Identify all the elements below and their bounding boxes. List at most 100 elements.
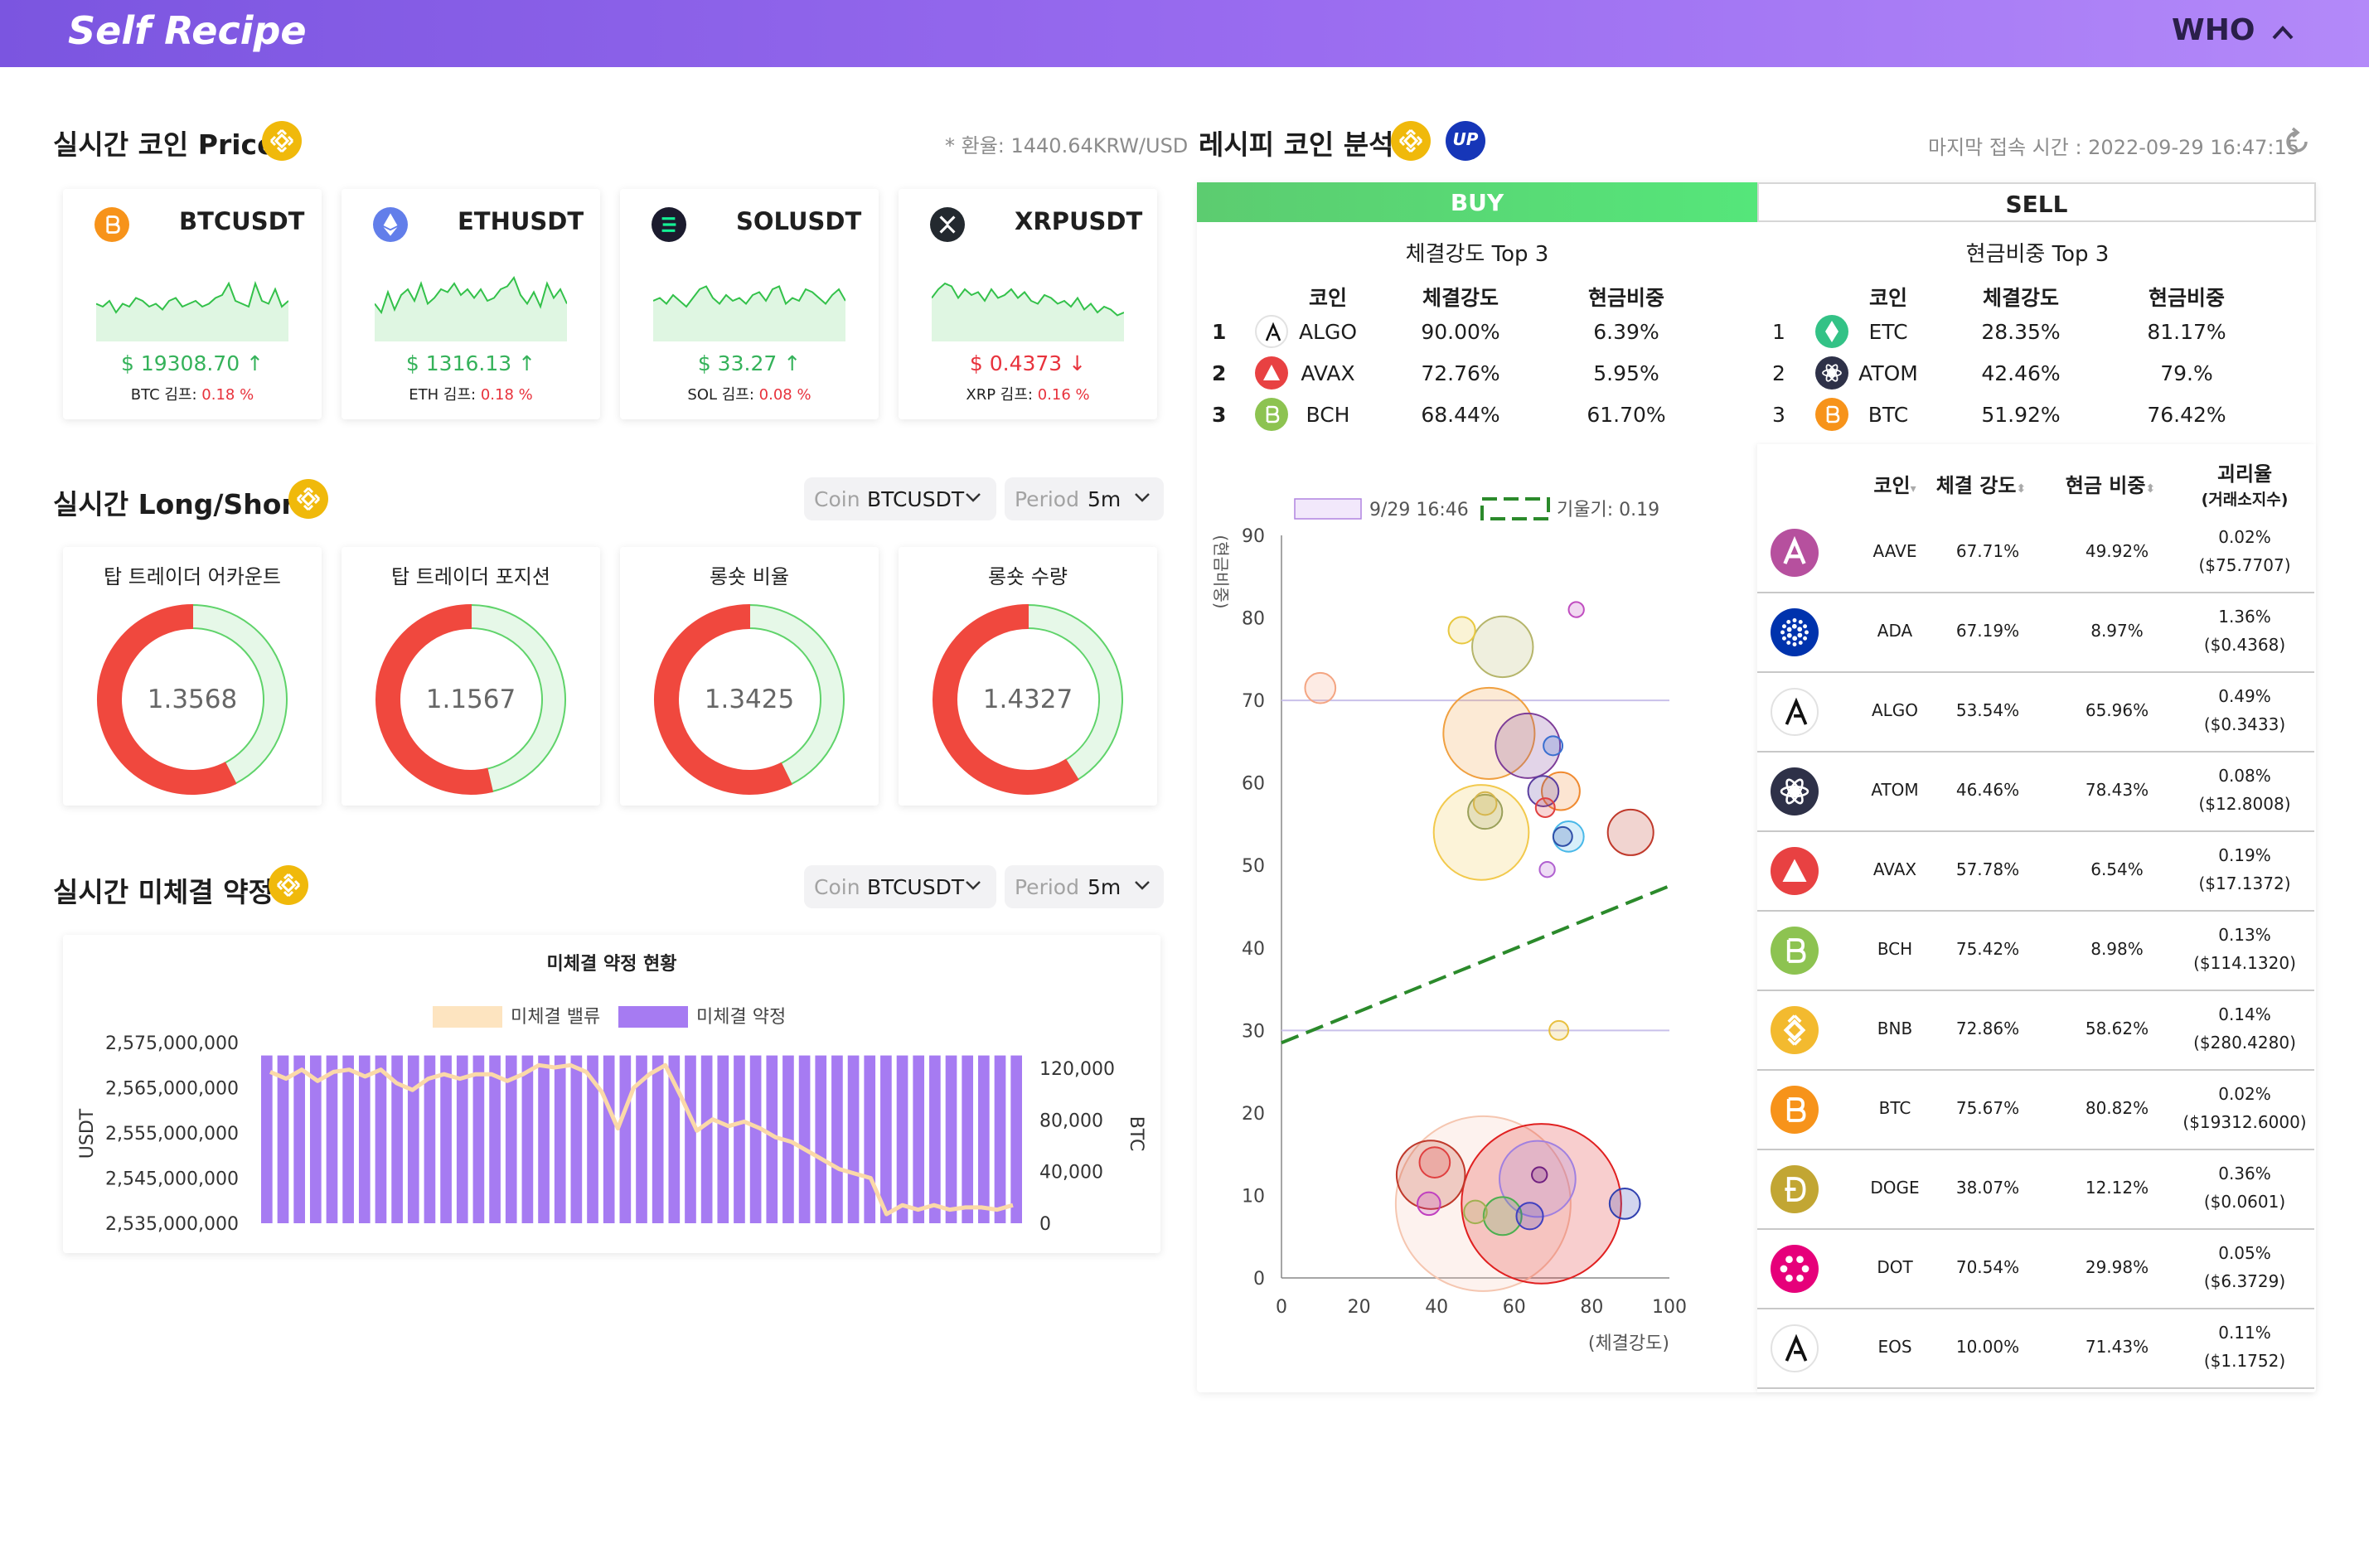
sell-top3-coin[interactable]: BTC <box>1830 403 1946 427</box>
list-header-strength-label: 체결 강도 <box>1935 474 2017 497</box>
coin-list-strength: 67.19% <box>1955 621 2020 641</box>
coin-list-gap-price: ($6.3729) <box>2203 1271 2286 1291</box>
coin-list-gap-price: ($0.4368) <box>2203 635 2286 655</box>
price-sparkline <box>932 282 1124 341</box>
coin-list-row[interactable]: BTC 75.67% 80.82% 0.02% ($19312.6000) <box>1757 1071 2314 1149</box>
coin-list-row[interactable]: ALGO 53.54% 65.96% 0.49% ($0.3433) <box>1757 673 2314 751</box>
scatter-bubble[interactable] <box>1417 1191 1441 1217</box>
coin-list-symbol: EOS <box>1877 1337 1912 1357</box>
sell-top3-strength: 51.92% <box>1981 403 2061 427</box>
scatter-bubble[interactable] <box>1471 615 1534 679</box>
legend-swatch-trend <box>1480 497 1550 520</box>
coin-list-row[interactable]: ATOM 46.46% 78.43% 0.08% ($12.8008) <box>1757 753 2314 830</box>
coin-list-cash: 80.82% <box>2085 1098 2149 1118</box>
coin-list-symbol: BTC <box>1878 1098 1911 1118</box>
open-interest-coin-select[interactable]: Coin BTCUSDT <box>804 865 996 908</box>
buy-top3-rank: 2 <box>1212 361 1227 385</box>
oi-bar <box>538 1055 550 1223</box>
tab-sell[interactable]: SELL <box>1757 182 2316 222</box>
coin-list-row[interactable]: AVAX 57.78% 6.54% 0.19% ($17.1372) <box>1757 832 2314 910</box>
buy-top3-coin[interactable]: ALGO <box>1270 320 1386 344</box>
price-sparkline <box>375 275 567 341</box>
scatter-bubble[interactable] <box>1531 1166 1548 1183</box>
oi-bar <box>342 1055 354 1223</box>
xrp-icon <box>930 207 965 242</box>
trend-line <box>1281 884 1670 1045</box>
list-header-cash[interactable]: 현금 비중⬍ <box>2052 469 2168 498</box>
long-short-coin-select[interactable]: Coin BTCUSDT <box>804 477 996 520</box>
app-logo[interactable]: Self Recipe <box>68 8 307 53</box>
scatter-bubble[interactable] <box>1548 1019 1570 1041</box>
y-tick-label: 0 <box>1253 1269 1265 1290</box>
long-short-donut: 1.3568 <box>97 603 288 795</box>
scatter-bubble[interactable] <box>1418 1146 1451 1178</box>
user-menu-label[interactable]: WHO <box>2172 13 2255 47</box>
chevron-up-icon[interactable] <box>2271 23 2294 41</box>
coin-list-gap: 0.02% <box>2218 1084 2271 1104</box>
kimchi-premium-label: SOL 김프: <box>687 386 754 404</box>
long-short-period-select[interactable]: Period 5m <box>1005 477 1164 520</box>
scatter-bubble[interactable] <box>1515 1202 1544 1231</box>
oi-bar <box>489 1055 501 1223</box>
scatter-bubble[interactable] <box>1447 616 1476 645</box>
oi-bar <box>293 1055 305 1223</box>
sell-top3-coin[interactable]: ATOM <box>1830 361 1946 385</box>
open-interest-period-select[interactable]: Period 5m <box>1005 865 1164 908</box>
scatter-bubble[interactable] <box>1608 1188 1641 1220</box>
buy-top3-coin[interactable]: BCH <box>1270 403 1386 427</box>
scatter-bubble[interactable] <box>1304 671 1337 704</box>
sparkline-area <box>96 283 288 341</box>
tab-buy[interactable]: BUY <box>1197 182 1757 222</box>
coin-list-row[interactable]: BCH 75.42% 8.98% 0.13% ($114.1320) <box>1757 912 2314 990</box>
long-short-ratio-value: 1.3425 <box>705 685 794 714</box>
scatter-bubble[interactable] <box>1543 735 1564 757</box>
coin-select-label: Coin <box>814 875 860 899</box>
oi-bar <box>700 1055 713 1223</box>
scatter-bubble[interactable] <box>1472 791 1498 816</box>
coin-list-row[interactable]: DOT 70.54% 29.98% 0.05% ($6.3729) <box>1757 1230 2314 1308</box>
coin-list-row[interactable]: ADA 67.19% 8.97% 1.36% ($0.4368) <box>1757 593 2314 671</box>
scatter-bubble[interactable] <box>1534 797 1556 818</box>
x-tick-label: 20 <box>1348 1297 1371 1318</box>
cardano-icon <box>1771 608 1819 656</box>
oi-bar <box>929 1055 941 1223</box>
y2-tick-label: 80,000 <box>1039 1111 1103 1131</box>
buy-top3-strength: 72.76% <box>1421 361 1500 385</box>
binance-icon <box>288 479 328 519</box>
scatter-bubble[interactable] <box>1538 861 1556 878</box>
coin-list-gap-price: ($12.8008) <box>2198 794 2291 814</box>
scatter-bubble[interactable] <box>1552 825 1573 847</box>
price-card-btcusdt[interactable]: BTCUSDT $ 19308.70 ↑ BTC 김프: 0.18 % <box>63 189 322 419</box>
coin-list-strength: 75.42% <box>1955 939 2020 959</box>
y2-tick-label: 40,000 <box>1039 1163 1103 1183</box>
list-header-gap-sub: (거래소지수) <box>2201 491 2289 509</box>
scatter-bubble[interactable] <box>1463 1199 1488 1225</box>
buy-top3-rank: 3 <box>1212 403 1227 427</box>
long-short-donut: 1.3425 <box>654 603 845 795</box>
coin-list-row[interactable]: AAVE 67.71% 49.92% 0.02% ($75.7707) <box>1757 514 2314 592</box>
coin-list-row[interactable]: BNB 72.86% 58.62% 0.14% ($280.4280) <box>1757 991 2314 1069</box>
list-header-strength[interactable]: 체결 강도⬍ <box>1923 469 2039 498</box>
bitcoin-icon <box>94 207 129 242</box>
price-card-ethusdt[interactable]: ETHUSDT $ 1316.13 ↑ ETH 김프: 0.18 % <box>342 189 600 419</box>
coin-list-row[interactable]: DOGE 38.07% 12.12% 0.36% ($0.0601) <box>1757 1150 2314 1228</box>
coin-list-strength: 57.78% <box>1955 859 2020 879</box>
coin-list-symbol: AVAX <box>1872 859 1917 879</box>
coin-list-row[interactable]: EOS 10.00% 71.43% 0.11% ($1.1752) <box>1757 1309 2314 1387</box>
scatter-bubble[interactable] <box>1567 601 1585 618</box>
sell-top3-cash: 76.42% <box>2147 403 2226 427</box>
scatter-bubble[interactable] <box>1606 808 1654 856</box>
refresh-icon[interactable] <box>2281 126 2313 157</box>
coin-list-gap-price: ($280.4280) <box>2193 1033 2296 1053</box>
buy-top3-coin[interactable]: AVAX <box>1270 361 1386 385</box>
price-card-xrpusdt[interactable]: XRPUSDT $ 0.4373 ↓ XRP 김프: 0.16 % <box>899 189 1157 419</box>
coin-list-cash: 71.43% <box>2085 1337 2149 1357</box>
price-card-solusdt[interactable]: SOLUSDT $ 33.27 ↑ SOL 김프: 0.08 % <box>620 189 879 419</box>
y-tick-label: 40 <box>1242 939 1265 960</box>
oi-bar <box>798 1055 811 1223</box>
long-short-donut: 1.4327 <box>933 603 1123 795</box>
x-tick-label: 100 <box>1652 1297 1687 1318</box>
sell-top3-coin[interactable]: ETC <box>1830 320 1946 344</box>
recipe-analysis-title: 레시피 코인 분석 <box>1199 128 1394 161</box>
sell-top3-header: 체결강도 <box>1982 286 2059 310</box>
